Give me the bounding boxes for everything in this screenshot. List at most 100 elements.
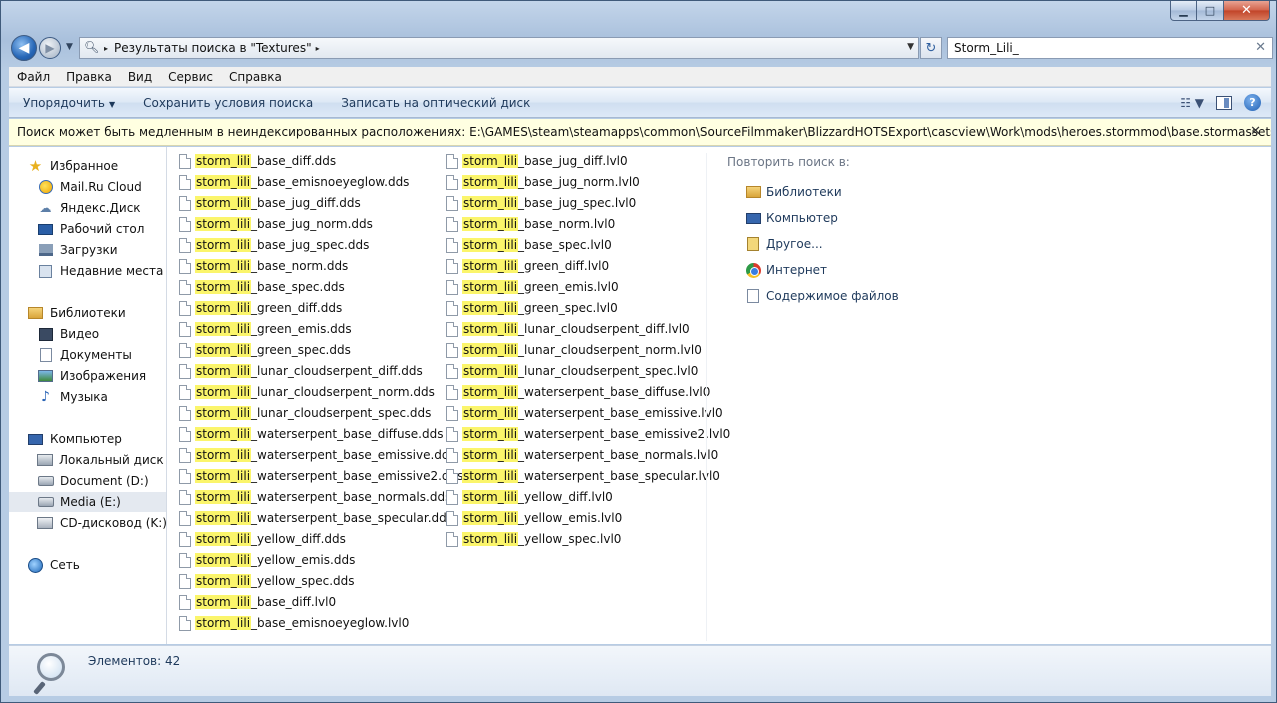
file-item[interactable]: storm_lili _green_diff.dds xyxy=(179,298,342,318)
sidebar-item-favorites[interactable]: ★ Избранное xyxy=(9,156,166,176)
sidebar-item-video[interactable]: Видео xyxy=(9,324,166,344)
search-again-internet[interactable]: Интернет xyxy=(727,257,1027,283)
address-history-dropdown[interactable]: ▼ xyxy=(907,42,914,52)
file-item[interactable]: storm_lili _base_diff.lvl0 xyxy=(179,592,336,612)
file-item[interactable]: storm_lili _waterserpent_base_diffuse.dds xyxy=(179,424,443,444)
file-item[interactable]: storm_lili _green_spec.lvl0 xyxy=(446,298,618,318)
file-item[interactable]: storm_lili _waterserpent_base_emissive2.l… xyxy=(446,424,730,444)
file-item[interactable]: storm_lili _base_jug_norm.lvl0 xyxy=(446,172,640,192)
recent-places-icon xyxy=(37,263,54,279)
sidebar-item-documents[interactable]: Документы xyxy=(9,345,166,365)
sidebar-item-mailru-cloud[interactable]: Mail.Ru Cloud xyxy=(9,177,166,197)
file-item[interactable]: storm_lili _lunar_cloudserpent_norm.lvl0 xyxy=(446,340,702,360)
sidebar-item-drive-d[interactable]: Document (D:) xyxy=(9,471,166,491)
sidebar-item-music[interactable]: ♪ Музыка xyxy=(9,387,166,407)
file-item[interactable]: storm_lili _lunar_cloudserpent_diff.lvl0 xyxy=(446,319,690,339)
file-item[interactable]: storm_lili _waterserpent_base_diffuse.lvl… xyxy=(446,382,710,402)
file-item[interactable]: storm_lili _base_jug_spec.lvl0 xyxy=(446,193,636,213)
file-item[interactable]: storm_lili _waterserpent_base_emissive.lv… xyxy=(446,403,723,423)
search-again-other[interactable]: Другое... xyxy=(727,231,1027,257)
file-item[interactable]: storm_lili _base_emisnoeyeglow.dds xyxy=(179,172,409,192)
menu-help[interactable]: Справка xyxy=(221,70,290,84)
file-item[interactable]: storm_lili _yellow_spec.lvl0 xyxy=(446,529,621,549)
breadcrumb-search-results[interactable]: Результаты поиска в "Textures" xyxy=(114,41,312,55)
change-view-icon[interactable]: ☷ ▼ xyxy=(1180,96,1204,110)
organize-button[interactable]: Упорядочить ▼ xyxy=(9,96,129,110)
search-match-highlight: storm_lili xyxy=(195,217,252,231)
search-box[interactable]: ✕ xyxy=(947,37,1273,59)
file-item[interactable]: storm_lili _waterserpent_base_emissive.dd… xyxy=(179,445,456,465)
file-item[interactable]: storm_lili _green_emis.dds xyxy=(179,319,352,339)
file-item[interactable]: storm_lili _lunar_cloudserpent_norm.dds xyxy=(179,382,435,402)
file-item[interactable]: storm_lili _lunar_cloudserpent_spec.lvl0 xyxy=(446,361,698,381)
file-icon xyxy=(446,405,458,421)
file-item[interactable]: storm_lili _waterserpent_base_specular.lv… xyxy=(446,466,720,486)
sidebar-item-pictures[interactable]: Изображения xyxy=(9,366,166,386)
sidebar-item-libraries[interactable]: Библиотеки xyxy=(9,303,166,323)
sidebar-item-drive-e[interactable]: Media (E:) xyxy=(9,492,166,512)
sidebar-item-computer[interactable]: Компьютер xyxy=(9,429,166,449)
back-button[interactable]: ◀ xyxy=(11,35,37,61)
file-item[interactable]: storm_lili _waterserpent_base_emissive2.d… xyxy=(179,466,463,486)
sidebar-item-downloads[interactable]: Загрузки xyxy=(9,240,166,260)
search-again-computer[interactable]: Компьютер xyxy=(727,205,1027,231)
file-item[interactable]: storm_lili _green_spec.dds xyxy=(179,340,351,360)
refresh-button[interactable]: ↻ xyxy=(920,37,942,59)
file-item[interactable]: storm_lili _waterserpent_base_normals.lvl… xyxy=(446,445,718,465)
file-item[interactable]: storm_lili _yellow_emis.lvl0 xyxy=(446,508,622,528)
clear-search-icon[interactable]: ✕ xyxy=(1255,40,1266,55)
help-icon[interactable]: ? xyxy=(1244,94,1261,111)
menu-tools[interactable]: Сервис xyxy=(160,70,221,84)
file-item[interactable]: storm_lili _yellow_spec.dds xyxy=(179,571,355,591)
burn-disc-button[interactable]: Записать на оптический диск xyxy=(327,96,544,110)
system-drive-icon xyxy=(37,452,53,468)
address-bar[interactable]: 🔍︎ ▸ Результаты поиска в "Textures" ▸ ▼ xyxy=(79,37,919,59)
search-input[interactable] xyxy=(954,41,1244,55)
sidebar-item-drive-c[interactable]: Локальный диск (C xyxy=(9,450,166,470)
minimize-button[interactable]: ▁ xyxy=(1170,1,1197,21)
file-item[interactable]: storm_lili _yellow_diff.dds xyxy=(179,529,346,549)
save-search-button[interactable]: Сохранить условия поиска xyxy=(129,96,327,110)
file-item[interactable]: storm_lili _base_norm.lvl0 xyxy=(446,214,615,234)
file-item[interactable]: storm_lili _yellow_diff.lvl0 xyxy=(446,487,613,507)
sidebar-item-drive-k[interactable]: CD-дисковод (K:) xyxy=(9,513,166,533)
file-item[interactable]: storm_lili _base_spec.dds xyxy=(179,277,345,297)
file-item[interactable]: storm_lili _base_jug_diff.dds xyxy=(179,193,361,213)
sidebar-item-recent-places[interactable]: Недавние места xyxy=(9,261,166,281)
recent-pages-dropdown[interactable]: ▼ xyxy=(66,42,73,52)
menu-edit[interactable]: Правка xyxy=(58,70,120,84)
forward-button[interactable]: ▶ xyxy=(39,37,61,59)
file-item[interactable]: storm_lili _waterserpent_base_normals.dds xyxy=(179,487,451,507)
slow-search-infobar[interactable]: Поиск может быть медленным в неиндексиро… xyxy=(9,119,1271,146)
file-item[interactable]: storm_lili _base_jug_spec.dds xyxy=(179,235,369,255)
file-item[interactable]: storm_lili _base_emisnoeyeglow.lvl0 xyxy=(179,613,409,633)
menu-file[interactable]: Файл xyxy=(9,70,58,84)
maximize-button[interactable]: □ xyxy=(1197,1,1224,21)
breadcrumb-separator[interactable]: ▸ xyxy=(104,44,108,53)
file-item[interactable]: storm_lili _green_diff.lvl0 xyxy=(446,256,609,276)
file-item[interactable]: storm_lili _base_spec.lvl0 xyxy=(446,235,612,255)
sidebar-item-yandex-disk[interactable]: ☁ Яндекс.Диск xyxy=(9,198,166,218)
menu-view[interactable]: Вид xyxy=(120,70,160,84)
preview-pane-icon[interactable] xyxy=(1216,95,1232,110)
search-match-highlight: storm_lili xyxy=(195,385,252,399)
file-item[interactable]: storm_lili _yellow_emis.dds xyxy=(179,550,355,570)
file-icon xyxy=(446,447,458,463)
sidebar-item-network[interactable]: Сеть xyxy=(9,555,166,575)
file-item[interactable]: storm_lili _lunar_cloudserpent_spec.dds xyxy=(179,403,431,423)
file-item[interactable]: storm_lili _base_norm.dds xyxy=(179,256,348,276)
file-item[interactable]: storm_lili _base_diff.dds xyxy=(179,151,336,171)
file-item[interactable]: storm_lili _base_jug_diff.lvl0 xyxy=(446,151,628,171)
file-item[interactable]: storm_lili _green_emis.lvl0 xyxy=(446,277,619,297)
infobar-close-icon[interactable]: ✕ xyxy=(1250,124,1261,139)
file-icon xyxy=(446,174,458,190)
close-button[interactable]: ✕ xyxy=(1224,1,1270,21)
file-item[interactable]: storm_lili _lunar_cloudserpent_diff.dds xyxy=(179,361,423,381)
sidebar-item-desktop[interactable]: Рабочий стол xyxy=(9,219,166,239)
file-item[interactable]: storm_lili _waterserpent_base_specular.dd… xyxy=(179,508,453,528)
file-name-suffix: _yellow_emis.dds xyxy=(251,553,356,567)
search-again-file-contents[interactable]: Содержимое файлов xyxy=(727,283,1027,309)
file-item[interactable]: storm_lili _base_jug_norm.dds xyxy=(179,214,373,234)
search-again-libraries[interactable]: Библиотеки xyxy=(727,179,1027,205)
breadcrumb-separator[interactable]: ▸ xyxy=(316,44,320,53)
